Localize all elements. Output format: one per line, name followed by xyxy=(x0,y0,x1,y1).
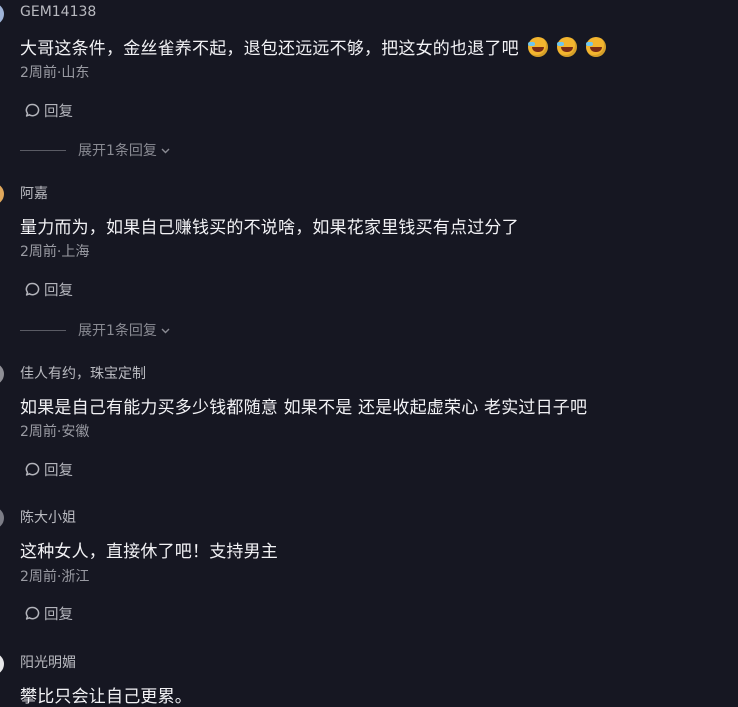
comment-text: 这种女人，直接休了吧！支持男主 xyxy=(20,542,278,562)
comment-meta: 2周前·上海 xyxy=(20,244,90,260)
comment-username[interactable]: 阳光明媚 xyxy=(20,652,76,672)
comment-meta: 2周前·安徽 xyxy=(20,424,90,440)
comment-username[interactable]: 陈大小姐 xyxy=(20,507,76,527)
comment-bubble-icon xyxy=(25,103,40,117)
comment-bubble-icon xyxy=(25,606,40,620)
avatar[interactable] xyxy=(0,653,4,675)
comment-text: 大哥这条件，金丝雀养不起，退包还远远不够，把这女的也退了吧 xyxy=(20,34,606,59)
reply-label: 回复 xyxy=(44,463,73,479)
expand-replies-button[interactable]: 展开1条回复 xyxy=(20,320,171,340)
expand-replies-label: 展开1条回复 xyxy=(78,143,157,159)
divider-line xyxy=(20,329,66,331)
comment-username[interactable]: 佳人有约，珠宝定制 xyxy=(20,363,146,383)
comment-text: 如果是自己有能力买多少钱都随意 如果不是 还是收起虚荣心 老实过日子吧 xyxy=(20,398,588,418)
avatar[interactable] xyxy=(0,363,4,385)
expand-replies-button[interactable]: 展开1条回复 xyxy=(20,140,171,160)
comment-bubble-icon xyxy=(25,282,40,296)
reply-button[interactable]: 回复 xyxy=(24,279,73,300)
reply-button[interactable]: 回复 xyxy=(24,603,73,624)
comment-username[interactable]: 阿嘉 xyxy=(20,183,48,203)
comment-meta: 2周前·山东 xyxy=(20,65,90,81)
reply-label: 回复 xyxy=(44,607,73,623)
comment-text: 攀比只会让自己更累。 xyxy=(20,687,192,707)
comment-text-body: 大哥这条件，金丝雀养不起，退包还远远不够，把这女的也退了吧 xyxy=(20,39,519,59)
divider-line xyxy=(20,149,66,151)
comment-meta: 2周前·浙江 xyxy=(20,569,90,585)
reply-label: 回复 xyxy=(44,283,73,299)
rolling-on-floor-laughing-emoji xyxy=(556,37,577,57)
rolling-on-floor-laughing-emoji xyxy=(527,37,548,57)
avatar[interactable] xyxy=(0,183,4,205)
avatar[interactable] xyxy=(0,3,4,25)
comment-username[interactable]: GEM14138 xyxy=(20,4,96,20)
comment-text: 量力而为，如果自己赚钱买的不说啥，如果花家里钱买有点过分了 xyxy=(20,218,519,238)
reply-button[interactable]: 回复 xyxy=(24,459,73,480)
expand-replies-label: 展开1条回复 xyxy=(78,323,157,339)
reply-button[interactable]: 回复 xyxy=(24,100,73,121)
chevron-down-icon xyxy=(161,328,170,333)
comment-bubble-icon xyxy=(25,462,40,476)
chevron-down-icon xyxy=(161,148,170,153)
rolling-on-floor-laughing-emoji xyxy=(585,37,606,57)
reply-label: 回复 xyxy=(44,104,73,120)
avatar[interactable] xyxy=(0,507,4,529)
